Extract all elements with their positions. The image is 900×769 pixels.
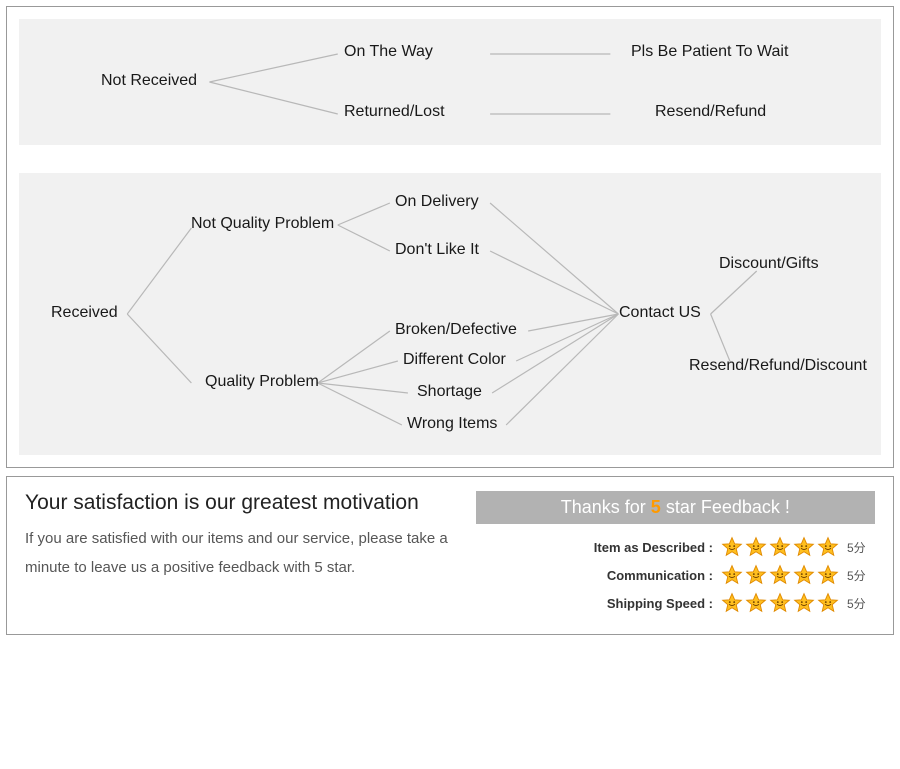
star-icon xyxy=(745,592,767,614)
star-icon xyxy=(721,536,743,558)
rating-label: Shipping Speed : xyxy=(573,596,713,611)
node-different-color: Different Color xyxy=(403,351,506,369)
star-icon xyxy=(793,564,815,586)
star-icon xyxy=(793,592,815,614)
feedback-left: Your satisfaction is our greatest motiva… xyxy=(25,491,458,620)
node-on-delivery: On Delivery xyxy=(395,193,479,211)
node-contact-us: Contact US xyxy=(619,304,701,322)
node-returned-lost: Returned/Lost xyxy=(344,103,445,121)
star-icon xyxy=(817,536,839,558)
thanks-suffix: star Feedback ! xyxy=(661,497,790,517)
star-icon xyxy=(769,592,791,614)
feedback-title: Your satisfaction is our greatest motiva… xyxy=(25,491,458,515)
star-icon xyxy=(721,592,743,614)
ratings-list: Item as Described : xyxy=(476,536,875,614)
feedback-body: If you are satisfied with our items and … xyxy=(25,525,458,582)
node-wrong-items: Wrong Items xyxy=(407,415,497,433)
star-icon xyxy=(793,536,815,558)
node-resend-refund: Resend/Refund xyxy=(655,103,766,121)
node-on-the-way: On The Way xyxy=(344,43,433,61)
rating-label: Communication : xyxy=(573,568,713,583)
node-shortage: Shortage xyxy=(417,383,482,401)
star-icon xyxy=(769,564,791,586)
rating-row: Shipping Speed : xyxy=(476,592,875,614)
rating-score: 5分 xyxy=(847,567,875,584)
star-icon xyxy=(817,564,839,586)
rating-score: 5分 xyxy=(847,595,875,612)
star-icon xyxy=(721,564,743,586)
rating-stars xyxy=(721,536,839,558)
node-quality-problem: Quality Problem xyxy=(205,373,319,391)
thanks-bar: Thanks for 5 star Feedback ! xyxy=(476,491,875,524)
panel-not-received: Not Received On The Way Returned/Lost Pl… xyxy=(19,19,881,145)
star-icon xyxy=(745,564,767,586)
rating-score: 5分 xyxy=(847,539,875,556)
panel-received: Received Not Quality Problem Quality Pro… xyxy=(19,173,881,455)
rating-row: Item as Described : xyxy=(476,536,875,558)
thanks-five: 5 xyxy=(651,497,661,517)
star-icon xyxy=(817,592,839,614)
node-dont-like-it: Don't Like It xyxy=(395,241,479,259)
node-not-received: Not Received xyxy=(101,72,197,90)
rating-stars xyxy=(721,592,839,614)
node-not-quality-problem: Not Quality Problem xyxy=(191,215,334,233)
rating-label: Item as Described : xyxy=(573,540,713,555)
feedback-container: Your satisfaction is our greatest motiva… xyxy=(6,476,894,635)
node-received: Received xyxy=(51,304,118,322)
diagram-container: Not Received On The Way Returned/Lost Pl… xyxy=(6,6,894,468)
node-broken-defective: Broken/Defective xyxy=(395,321,517,339)
star-icon xyxy=(769,536,791,558)
rating-row: Communication : xyxy=(476,564,875,586)
node-pls-be-patient: Pls Be Patient To Wait xyxy=(631,43,788,61)
feedback-right: Thanks for 5 star Feedback ! Item as Des… xyxy=(476,491,875,620)
node-resend-refund-discount: Resend/Refund/Discount xyxy=(689,357,867,375)
rating-stars xyxy=(721,564,839,586)
thanks-prefix: Thanks for xyxy=(561,497,651,517)
star-icon xyxy=(745,536,767,558)
node-discount-gifts: Discount/Gifts xyxy=(719,255,819,273)
connectors-received xyxy=(19,173,881,455)
